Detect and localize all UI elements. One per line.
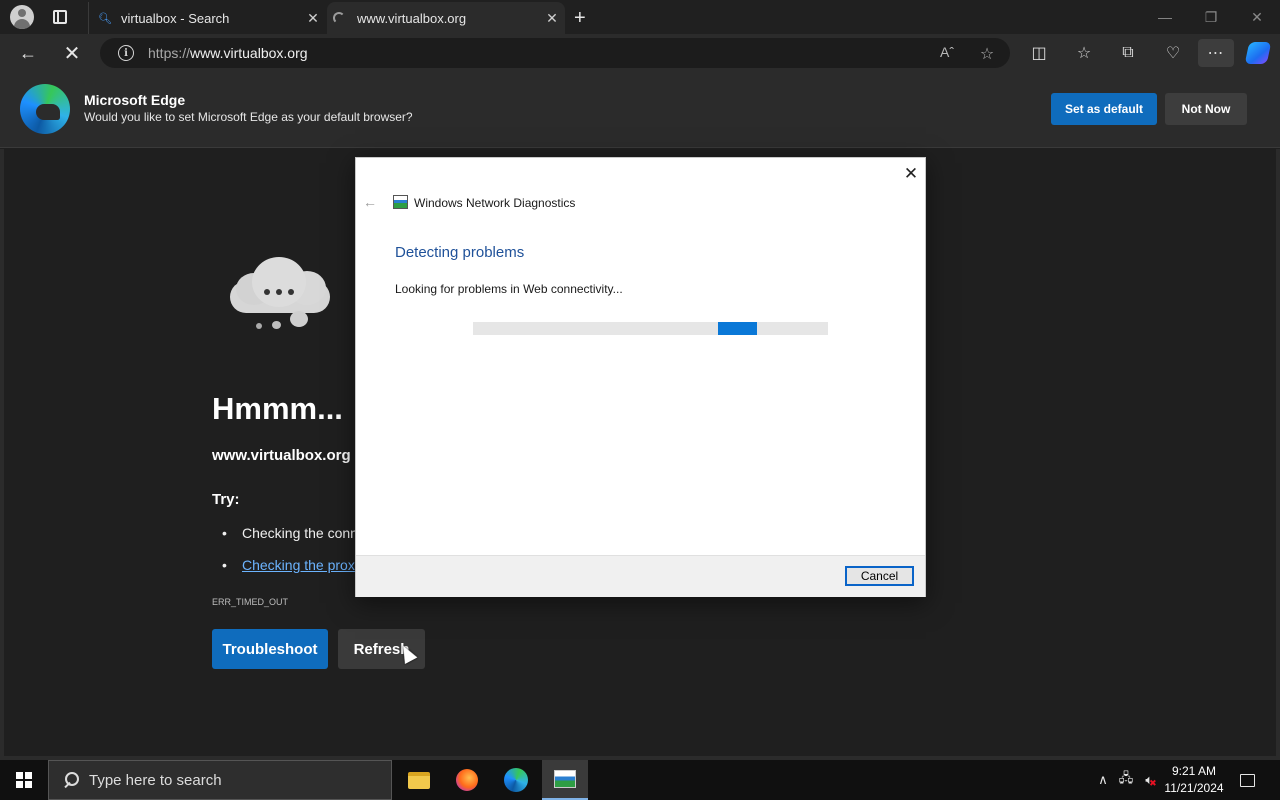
cancel-button[interactable]: Cancel bbox=[845, 566, 914, 586]
read-aloud-icon[interactable]: Aˆ bbox=[936, 44, 958, 62]
close-window-button[interactable]: ✕ bbox=[1234, 0, 1280, 34]
suggestion-item: • Checking the prox bbox=[222, 557, 355, 573]
edge-icon[interactable] bbox=[493, 760, 539, 800]
close-tab-icon[interactable]: ✕ bbox=[300, 10, 326, 27]
close-tab-icon[interactable]: ✕ bbox=[539, 10, 565, 27]
collections-icon[interactable]: ⧉ bbox=[1112, 39, 1144, 67]
dialog-status: Looking for problems in Web connectivity… bbox=[395, 282, 623, 296]
show-hidden-icons-chevron-icon[interactable]: ∧ bbox=[1094, 760, 1112, 800]
tab-title: www.virtualbox.org bbox=[357, 10, 467, 26]
set-as-default-button[interactable]: Set as default bbox=[1051, 93, 1157, 125]
edge-logo-icon bbox=[20, 84, 70, 134]
split-screen-icon[interactable]: ◫ bbox=[1023, 39, 1055, 67]
star-icon[interactable]: ☆ bbox=[976, 44, 998, 63]
copilot-icon[interactable] bbox=[1242, 39, 1274, 67]
address-bar[interactable]: i https://www.virtualbox.org Aˆ ☆ bbox=[100, 38, 1010, 68]
windows-taskbar: Type here to search ∧ 🖧︎ 🔈︎ ✖ 9:21 AM 11/… bbox=[0, 760, 1280, 800]
search-icon bbox=[63, 772, 79, 788]
profile-avatar-icon[interactable] bbox=[8, 4, 36, 30]
file-explorer-icon[interactable] bbox=[396, 760, 442, 800]
error-heading: Hmmm... bbox=[212, 391, 343, 426]
cloud-thinking-icon bbox=[226, 253, 336, 333]
clock-date: 11/21/2024 bbox=[1164, 781, 1224, 795]
more-icon[interactable]: ⋯ bbox=[1198, 39, 1234, 67]
search-placeholder: Type here to search bbox=[89, 771, 222, 789]
default-browser-banner: Microsoft Edge Would you like to set Mic… bbox=[0, 72, 1280, 148]
try-label: Try: bbox=[212, 491, 240, 508]
tab-virtualbox-org[interactable]: www.virtualbox.org ✕ bbox=[327, 2, 565, 34]
search-icon: 🔍︎ bbox=[98, 12, 112, 25]
not-now-button[interactable]: Not Now bbox=[1165, 93, 1247, 125]
network-diagnostics-icon bbox=[393, 195, 408, 209]
dialog-title: Windows Network Diagnostics bbox=[414, 196, 576, 210]
start-button[interactable] bbox=[0, 760, 48, 800]
site-info-icon[interactable]: i bbox=[118, 45, 134, 61]
tab-virtualbox-search[interactable]: 🔍︎ virtualbox - Search ✕ bbox=[88, 2, 326, 34]
browser-toolbar: ← ✕ i https://www.virtualbox.org Aˆ ☆ ◫ … bbox=[0, 34, 1280, 72]
close-icon[interactable]: ✕ bbox=[901, 164, 921, 184]
banner-message: Would you like to set Microsoft Edge as … bbox=[84, 110, 413, 124]
windows-logo-icon bbox=[16, 772, 32, 788]
back-arrow-icon[interactable]: ← bbox=[362, 194, 378, 210]
tab-title: virtualbox - Search bbox=[121, 10, 230, 26]
favorites-icon[interactable]: ☆ bbox=[1068, 39, 1100, 67]
dialog-heading: Detecting problems bbox=[395, 244, 525, 261]
error-host: www.virtualbox.org bbox=[212, 447, 351, 464]
network-diagnostics-dialog: ✕ ← Windows Network Diagnostics Detectin… bbox=[355, 157, 926, 597]
progress-indicator bbox=[717, 322, 757, 335]
suggestion-item: • Checking the conn bbox=[222, 525, 358, 541]
new-tab-button[interactable]: + bbox=[574, 2, 586, 34]
browser-essentials-icon[interactable]: ♡ bbox=[1157, 39, 1189, 67]
notification-center-icon[interactable] bbox=[1232, 760, 1262, 800]
minimize-button[interactable]: — bbox=[1142, 0, 1188, 34]
suggestion-text: Checking the conn bbox=[242, 525, 358, 541]
volume-muted-icon[interactable]: 🔈︎ ✖ bbox=[1140, 760, 1162, 800]
restore-button[interactable]: ❐ bbox=[1188, 0, 1234, 34]
troubleshoot-button[interactable]: Troubleshoot bbox=[212, 629, 328, 669]
network-diagnostics-taskbar-icon[interactable] bbox=[542, 760, 588, 800]
url-host: www.virtualbox.org bbox=[190, 45, 308, 61]
loading-spinner-icon bbox=[333, 12, 345, 24]
firefox-icon[interactable] bbox=[444, 760, 490, 800]
banner-title: Microsoft Edge bbox=[84, 92, 186, 108]
error-code: ERR_TIMED_OUT bbox=[212, 597, 289, 607]
progress-bar bbox=[473, 322, 828, 335]
taskbar-search-box[interactable]: Type here to search bbox=[48, 760, 392, 800]
dialog-footer: Cancel bbox=[356, 555, 925, 597]
browser-tab-bar: 🔍︎ virtualbox - Search ✕ www.virtualbox.… bbox=[0, 0, 1280, 34]
tab-actions-icon[interactable] bbox=[46, 4, 74, 30]
suggestion-link[interactable]: Checking the prox bbox=[242, 557, 355, 573]
system-clock[interactable]: 9:21 AM 11/21/2024 bbox=[1162, 763, 1226, 797]
stop-loading-icon[interactable]: ✕ bbox=[57, 39, 87, 67]
back-arrow-icon[interactable]: ← bbox=[13, 39, 43, 67]
clock-time: 9:21 AM bbox=[1171, 764, 1217, 778]
url-protocol: https:// bbox=[148, 45, 191, 61]
network-icon[interactable]: 🖧︎ bbox=[1116, 760, 1136, 800]
